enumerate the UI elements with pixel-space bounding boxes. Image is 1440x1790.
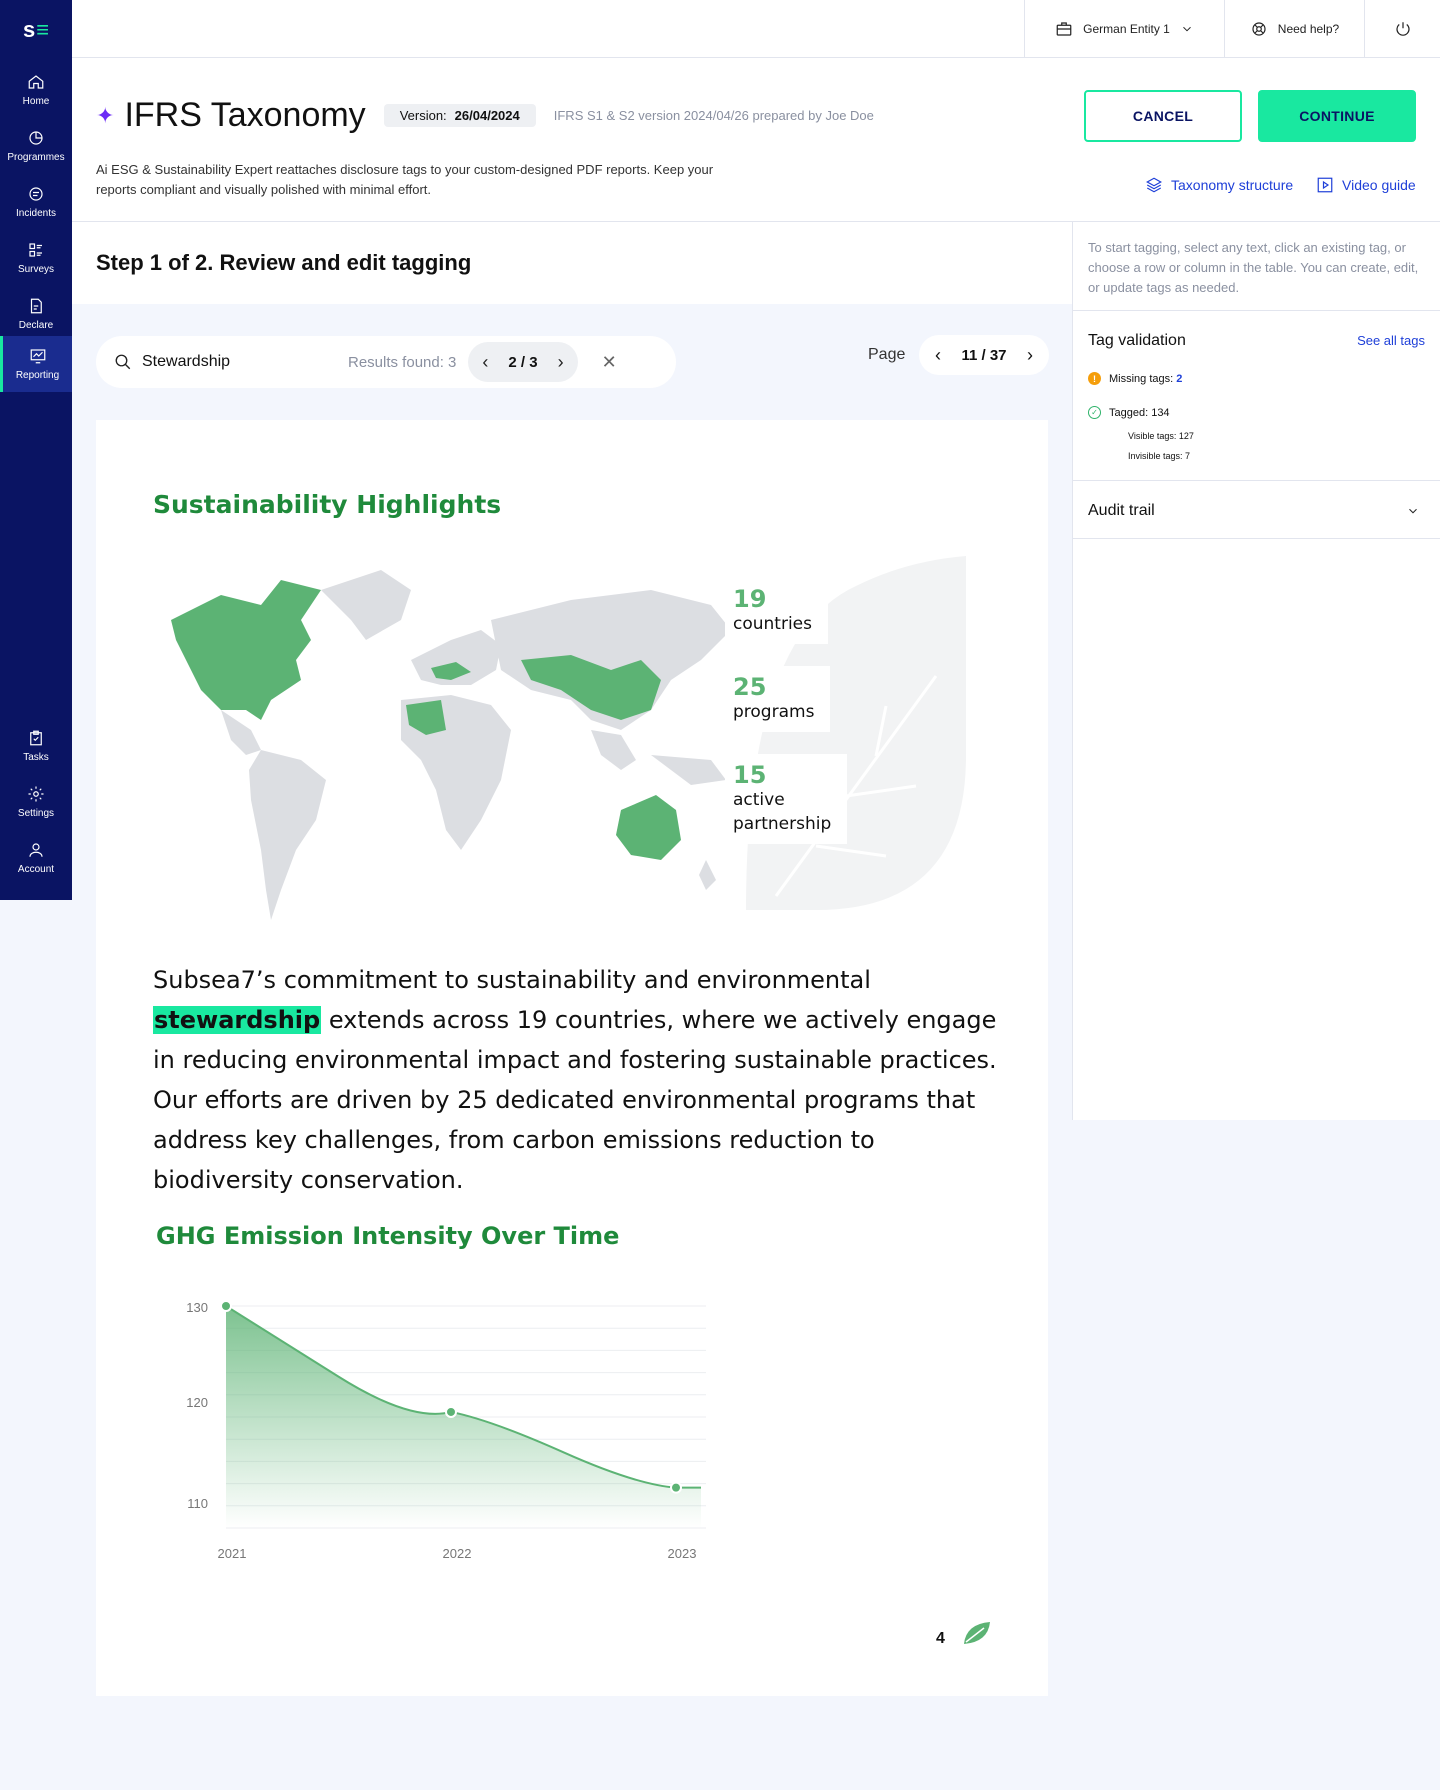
- step-title: Step 1 of 2. Review and edit tagging: [96, 250, 472, 275]
- divider: [1073, 310, 1440, 311]
- sidebar-item-reporting[interactable]: Reporting: [0, 336, 72, 392]
- sidebar-item-account[interactable]: Account: [0, 830, 72, 886]
- tag-validation-title: Tag validation: [1088, 332, 1186, 349]
- search-bar: Results found: 3 ‹ 2 / 3 › ✕: [96, 336, 676, 388]
- app-logo[interactable]: s ≡: [0, 10, 72, 50]
- x-tick-label: 2023: [668, 1546, 697, 1561]
- document-heading: Sustainability Highlights: [153, 490, 502, 519]
- lifebuoy-icon: [1252, 22, 1266, 36]
- sidebar-item-tasks[interactable]: Tasks: [0, 718, 72, 774]
- video-guide-link[interactable]: Video guide: [1316, 176, 1416, 194]
- search-highlight[interactable]: stewardship: [153, 1006, 322, 1034]
- page-description: Ai ESG & Sustainability Expert reattache…: [96, 162, 714, 197]
- briefcase-icon: [1056, 22, 1072, 36]
- version-note: IFRS S1 & S2 version 2024/04/26 prepared…: [553, 108, 874, 123]
- document-edit-icon: [30, 298, 42, 314]
- sidebar-item-incidents[interactable]: Incidents: [0, 174, 72, 230]
- leaf-icon: [964, 1622, 990, 1644]
- top-bar: German Entity 1 Need help?: [72, 0, 1440, 58]
- document-page: Sustainability Highlights 19 countries 2…: [96, 420, 1048, 1696]
- user-icon: [29, 843, 43, 857]
- search-input[interactable]: [142, 353, 342, 371]
- version-badge: Version: 26/04/2024: [383, 104, 536, 127]
- audit-trail-toggle[interactable]: [1406, 504, 1420, 523]
- pie-chart-icon: [29, 131, 43, 145]
- page-label: Page: [868, 346, 906, 363]
- visible-tags-count: Visible tags: 127: [1128, 431, 1194, 441]
- page-pager: ‹ 11 / 37 ›: [919, 335, 1049, 375]
- tagging-hint: To start tagging, select any text, click…: [1088, 240, 1419, 295]
- results-count: Results found: 3: [348, 353, 457, 371]
- sidebar-item-home[interactable]: Home: [0, 62, 72, 118]
- missing-tags-row[interactable]: ! Missing tags: 2: [1088, 372, 1182, 385]
- survey-list-icon: [29, 243, 42, 257]
- stat-countries: 19 countries: [725, 578, 828, 644]
- clipboard-check-icon: [30, 730, 42, 746]
- search-result-pager: ‹ 2 / 3 ›: [468, 342, 578, 382]
- chevron-down-icon: [1183, 26, 1191, 32]
- search-icon: [115, 354, 131, 370]
- clear-search-icon[interactable]: ✕: [602, 352, 617, 373]
- document-paragraph[interactable]: Subsea7’s commitment to sustainability a…: [153, 960, 1013, 1200]
- layers-icon: [1146, 177, 1162, 193]
- warning-icon: !: [1088, 372, 1101, 385]
- chart-data-point[interactable]: [445, 1405, 457, 1418]
- sidebar-item-declare[interactable]: Declare: [0, 286, 72, 342]
- y-tick-label: 110: [187, 1496, 208, 1511]
- world-map: [171, 570, 731, 920]
- cancel-button[interactable]: CANCEL: [1084, 90, 1242, 142]
- stat-partnerships: 15 active partnership: [725, 754, 848, 844]
- stat-programs: 25 programs: [725, 666, 831, 732]
- invisible-tags-count: Invisible tags: 7: [1128, 451, 1191, 461]
- ghg-area-chart: 130 120 110 2021 2022 2023: [186, 1300, 706, 1561]
- report-monitor-icon: [30, 349, 45, 364]
- play-square-icon: [1317, 177, 1333, 193]
- sidebar-item-programmes[interactable]: Programmes: [0, 118, 72, 174]
- next-page-button[interactable]: ›: [1027, 345, 1033, 366]
- message-icon: [29, 187, 43, 201]
- check-circle-icon: ✓: [1088, 406, 1101, 419]
- power-icon: [1395, 22, 1410, 36]
- page-number: 4: [936, 1630, 945, 1647]
- power-button[interactable]: [1364, 0, 1440, 58]
- x-tick-label: 2022: [443, 1546, 472, 1561]
- step-bar: Step 1 of 2. Review and edit tagging: [72, 222, 1072, 304]
- y-tick-label: 120: [186, 1395, 208, 1410]
- help-button[interactable]: Need help?: [1224, 0, 1364, 58]
- taxonomy-structure-link[interactable]: Taxonomy structure: [1145, 176, 1293, 194]
- tagging-panel: To start tagging, select any text, click…: [1072, 222, 1440, 1120]
- chart-heading: GHG Emission Intensity Over Time: [156, 1222, 620, 1250]
- y-tick-label: 130: [186, 1300, 208, 1315]
- chart-data-point[interactable]: [220, 1300, 232, 1312]
- prev-page-button[interactable]: ‹: [935, 345, 941, 366]
- see-all-tags-link[interactable]: See all tags: [1357, 333, 1425, 348]
- x-tick-label: 2021: [218, 1546, 247, 1561]
- prev-result-button[interactable]: ‹: [482, 352, 488, 373]
- chevron-down-icon: [1409, 508, 1417, 514]
- sparkle-icon: ✦: [96, 102, 115, 128]
- tagged-row: ✓ Tagged: 134: [1088, 406, 1170, 419]
- divider: [1073, 538, 1440, 539]
- page-title: IFRS Taxonomy: [124, 96, 366, 134]
- divider: [1073, 480, 1440, 481]
- title-row: ✦ IFRS Taxonomy Version: 26/04/2024 IFRS…: [96, 96, 874, 135]
- next-result-button[interactable]: ›: [558, 352, 564, 373]
- chart-data-point[interactable]: [670, 1481, 682, 1494]
- page-header: ✦ IFRS Taxonomy Version: 26/04/2024 IFRS…: [72, 58, 1440, 222]
- sidebar-item-surveys[interactable]: Surveys: [0, 230, 72, 286]
- audit-trail-title[interactable]: Audit trail: [1088, 502, 1155, 520]
- entity-selector[interactable]: German Entity 1: [1024, 0, 1224, 58]
- gear-icon: [28, 786, 44, 802]
- home-icon: [28, 75, 44, 89]
- continue-button[interactable]: CONTINUE: [1258, 90, 1416, 142]
- sidebar: s ≡ Home Programmes Incidents Surveys Dec…: [0, 0, 72, 900]
- sidebar-item-settings[interactable]: Settings: [0, 774, 72, 830]
